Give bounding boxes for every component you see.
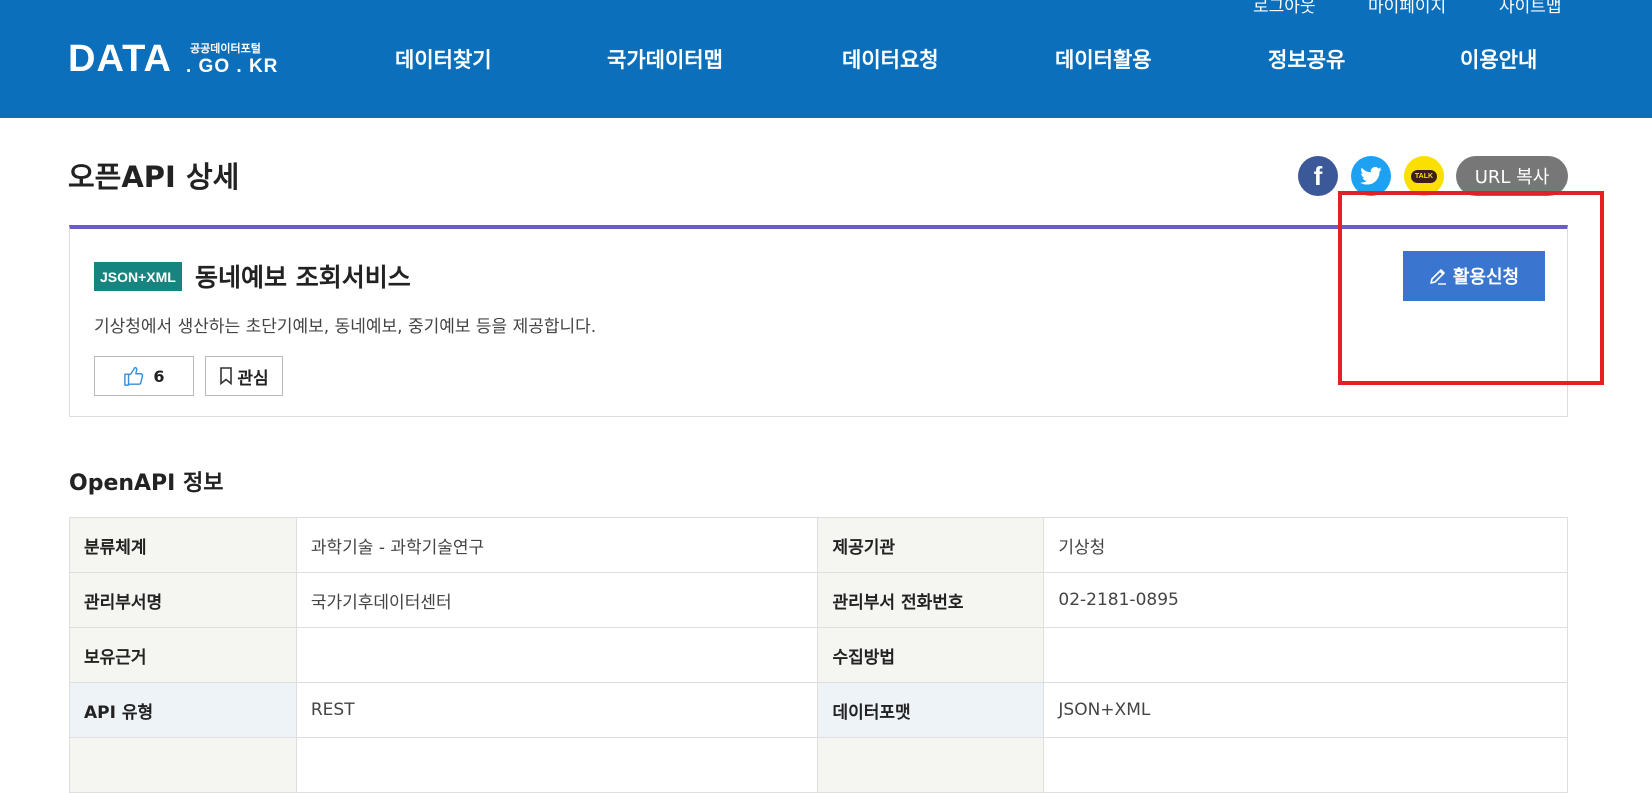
- table-cell: 과학기술 - 과학기술연구: [295, 517, 819, 573]
- nav-item-data-search[interactable]: 데이터찾기: [395, 44, 492, 74]
- utility-links: 로그아웃 마이페이지 사이트맵: [0, 0, 1652, 17]
- twitter-icon: [1360, 167, 1382, 185]
- table-cell: [1043, 627, 1568, 683]
- openapi-info-table: 분류체계 과학기술 - 과학기술연구 제공기관 기상청 관리부서명 국가기후데이…: [69, 517, 1568, 793]
- table-row: 관리부서명 국가기후데이터센터 관리부서 전화번호 02-2181-0895: [69, 572, 1568, 628]
- site-header: 로그아웃 마이페이지 사이트맵 DATA 공공데이터포털 . GO . KR 데…: [0, 0, 1652, 118]
- kakaotalk-icon: TALK: [1410, 169, 1438, 183]
- nav-item-info-share[interactable]: 정보공유: [1268, 44, 1345, 74]
- table-row: 분류체계 과학기술 - 과학기술연구 제공기관 기상청: [69, 517, 1568, 573]
- table-cell: 02-2181-0895: [1043, 572, 1568, 628]
- logo-domain-text: . GO . KR: [186, 56, 279, 77]
- table-header-cell: [817, 737, 1045, 793]
- logo-main-text: DATA: [68, 38, 172, 80]
- table-header-cell: 분류체계: [69, 517, 297, 573]
- table-header-cell: 보유근거: [69, 627, 297, 683]
- nav-item-data-request[interactable]: 데이터요청: [842, 44, 939, 74]
- like-count: 6: [153, 366, 165, 386]
- table-header-cell: 수집방법: [817, 627, 1045, 683]
- bookmark-icon: [220, 367, 233, 385]
- favorite-button[interactable]: 관심: [205, 356, 283, 396]
- table-header-cell: API 유형: [69, 682, 297, 738]
- table-header-cell: [69, 737, 297, 793]
- table-header-cell: 관리부서 전화번호: [817, 572, 1045, 628]
- table-cell: 기상청: [1043, 517, 1568, 573]
- table-cell: 국가기후데이터센터: [295, 572, 819, 628]
- table-row: [69, 737, 1568, 793]
- table-header-cell: 데이터포맷: [817, 682, 1045, 738]
- highlight-box: [1338, 191, 1604, 385]
- nav-item-national-data-map[interactable]: 국가데이터맵: [607, 44, 723, 74]
- logo-korean-text: 공공데이터포털: [190, 42, 261, 55]
- kakaotalk-share-button[interactable]: TALK: [1404, 156, 1444, 196]
- table-header-cell: 제공기관: [817, 517, 1045, 573]
- logout-link[interactable]: 로그아웃: [1253, 0, 1316, 17]
- table-row: API 유형 REST 데이터포맷 JSON+XML: [69, 682, 1568, 738]
- nav-item-guide[interactable]: 이용안내: [1460, 44, 1537, 74]
- facebook-share-button[interactable]: f: [1298, 156, 1338, 196]
- twitter-share-button[interactable]: [1351, 156, 1391, 196]
- url-copy-button[interactable]: URL 복사: [1456, 156, 1568, 196]
- service-title: 동네예보 조회서비스: [195, 263, 411, 292]
- openapi-info-title: OpenAPI 정보: [69, 471, 224, 496]
- service-description: 기상청에서 생산하는 초단기예보, 동네예보, 중기예보 등을 제공합니다.: [94, 317, 597, 337]
- table-cell: REST: [295, 682, 819, 738]
- table-header-cell: 관리부서명: [69, 572, 297, 628]
- page-title: 오픈API 상세: [68, 160, 240, 194]
- sitemap-link[interactable]: 사이트맵: [1499, 0, 1562, 17]
- table-cell: [295, 737, 819, 793]
- thumbs-up-icon: [124, 366, 144, 386]
- mypage-link[interactable]: 마이페이지: [1368, 0, 1446, 17]
- facebook-icon: f: [1313, 160, 1323, 191]
- table-cell: [295, 627, 819, 683]
- nav-item-data-usage[interactable]: 데이터활용: [1055, 44, 1152, 74]
- favorite-label: 관심: [237, 368, 269, 389]
- format-badge: JSON+XML: [94, 262, 182, 291]
- table-cell: [1043, 737, 1568, 793]
- table-row: 보유근거 수집방법: [69, 627, 1568, 683]
- like-button[interactable]: 6: [94, 356, 194, 396]
- table-cell: JSON+XML: [1043, 682, 1568, 738]
